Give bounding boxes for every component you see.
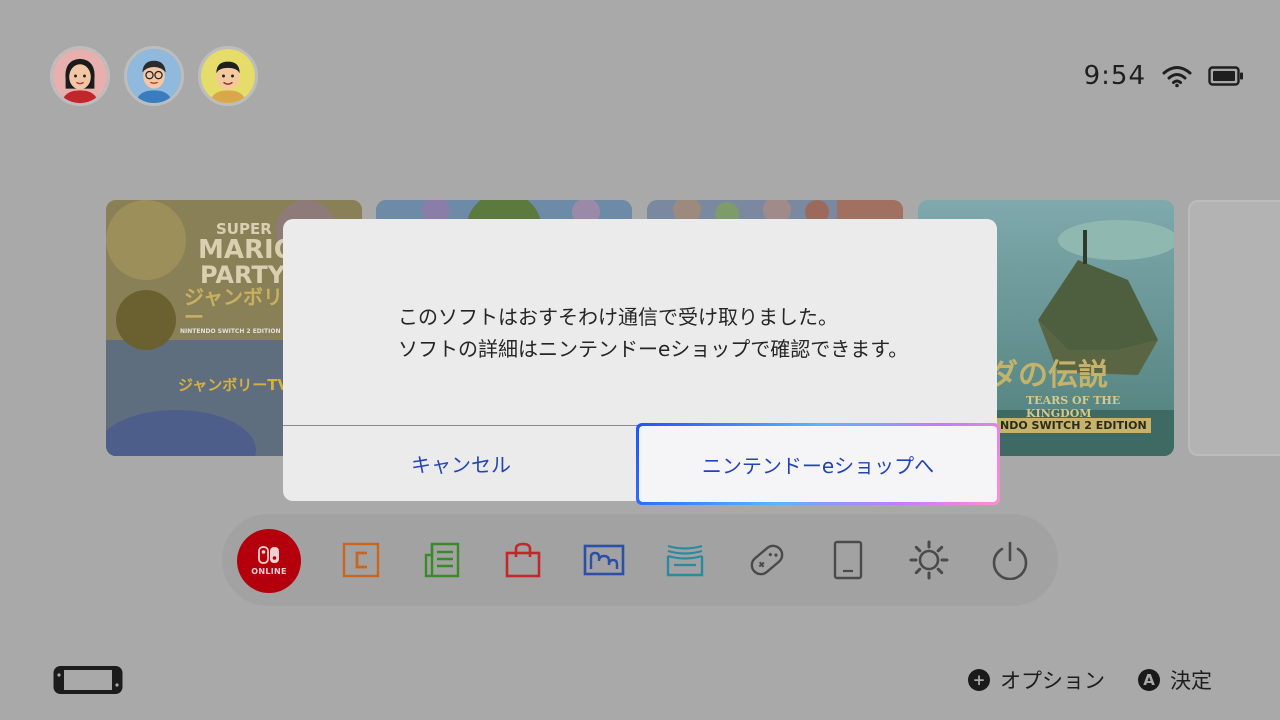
dialog-message-line-2: ソフトの詳細はニンテンドーeショップで確認できます。 bbox=[398, 337, 909, 361]
system-settings-button[interactable] bbox=[894, 524, 964, 596]
options-label: オプション bbox=[1000, 669, 1105, 693]
game-card-icon bbox=[666, 544, 704, 577]
plus-button-icon: + bbox=[968, 669, 990, 691]
options-hint[interactable]: + オプション bbox=[968, 664, 1105, 696]
game-chat-button[interactable] bbox=[326, 524, 396, 596]
status-bar: 9:54 bbox=[1084, 58, 1244, 94]
go-to-eshop-button[interactable]: ニンテンドーeショップへ bbox=[636, 423, 1000, 505]
local-share-dialog: このソフトはおすそわけ通信で受け取りました。 ソフトの詳細はニンテンドーeショッ… bbox=[283, 219, 1000, 505]
go-to-eshop-label: ニンテンドーeショップへ bbox=[639, 426, 997, 502]
mario-party-text: SUPER MARIO PARTY ジャンボリー NINTENDO SWITCH… bbox=[180, 222, 296, 335]
controllers-button[interactable] bbox=[732, 524, 802, 596]
confirm-hint[interactable]: A 決定 bbox=[1138, 664, 1212, 696]
switch-logo-icon bbox=[258, 546, 279, 564]
cancel-button[interactable]: キャンセル bbox=[283, 426, 639, 501]
news-icon bbox=[424, 542, 460, 578]
mario-party-tv: ジャンボリーTV bbox=[178, 378, 289, 393]
album-button[interactable] bbox=[569, 524, 639, 596]
controllers-icon bbox=[750, 544, 784, 576]
mario-party-jamboree-tv: ジャンボリーTV bbox=[178, 376, 290, 394]
zelda-edition: NDO SWITCH 2 EDITION bbox=[996, 418, 1151, 433]
mario-party-edition: NINTENDO SWITCH 2 EDITION bbox=[180, 328, 281, 335]
user-avatar-1-image bbox=[53, 49, 107, 103]
news-button[interactable] bbox=[407, 524, 477, 596]
user-avatar-3[interactable] bbox=[198, 46, 258, 106]
clock: 9:54 bbox=[1083, 61, 1146, 91]
user-avatar-3-image bbox=[201, 49, 255, 103]
mario-party-mario: MARIO bbox=[198, 235, 296, 265]
power-button[interactable] bbox=[975, 524, 1045, 596]
zelda-subtitle: TEARS OF THE KINGDOM bbox=[1026, 394, 1121, 420]
tv-mode-icon bbox=[833, 540, 863, 580]
nintendo-switch-online-button[interactable]: ONLINE bbox=[237, 529, 301, 593]
online-label: ONLINE bbox=[251, 567, 287, 576]
user-avatar-2[interactable] bbox=[124, 46, 184, 106]
game-card-button[interactable] bbox=[650, 524, 720, 596]
a-button-icon: A bbox=[1138, 669, 1160, 691]
game-chat-icon bbox=[342, 542, 380, 578]
wifi-icon bbox=[1162, 66, 1192, 88]
mario-party-party: PARTY bbox=[200, 261, 286, 289]
dialog-message: このソフトはおすそわけ通信で受け取りました。 ソフトの詳細はニンテンドーeショッ… bbox=[398, 301, 908, 365]
eshop-button[interactable] bbox=[488, 524, 558, 596]
confirm-label: 決定 bbox=[1170, 669, 1212, 693]
power-icon bbox=[992, 541, 1028, 580]
console-icon bbox=[53, 666, 123, 694]
user-avatar-2-image bbox=[127, 49, 181, 103]
settings-icon bbox=[909, 540, 949, 580]
eshop-icon bbox=[505, 542, 541, 578]
dialog-message-line-1: このソフトはおすそわけ通信で受け取りました。 bbox=[398, 305, 838, 329]
tv-mode-button[interactable] bbox=[813, 524, 883, 596]
battery-icon bbox=[1208, 66, 1243, 86]
game-tile-empty[interactable] bbox=[1188, 200, 1280, 456]
album-icon bbox=[583, 544, 625, 576]
mario-party-jamboree: ジャンボリー bbox=[184, 285, 283, 329]
user-avatar-1[interactable] bbox=[50, 46, 110, 106]
